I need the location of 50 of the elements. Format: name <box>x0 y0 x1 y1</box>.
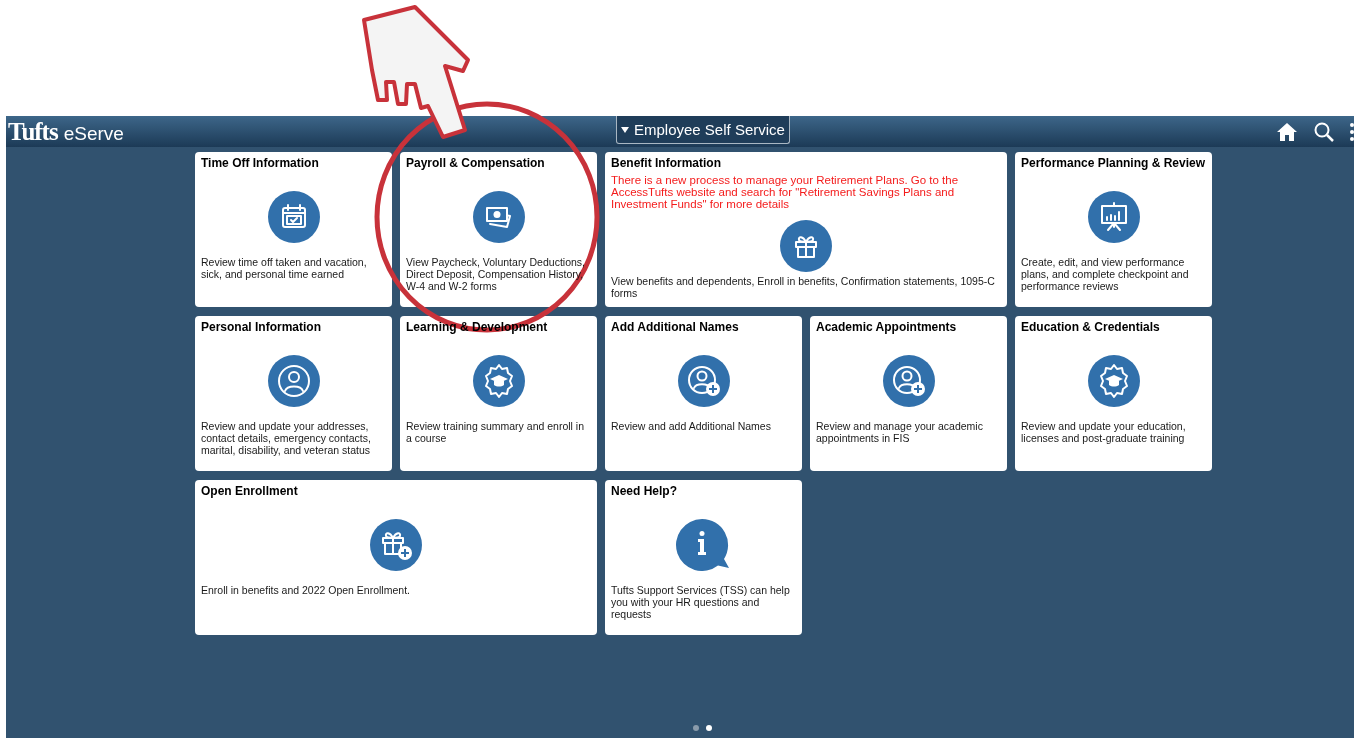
tile-title: Academic Appointments <box>816 320 958 335</box>
page-dot[interactable] <box>692 725 699 731</box>
tile[interactable]: Education & Credentials Review and update your education, licenses and post-graduate training <box>1015 316 1212 471</box>
tile-title: Open Enrollment <box>201 484 299 499</box>
tile-description: Review training summary and enroll in a course <box>406 420 585 444</box>
tile[interactable]: Personal Information Review and update your addresses, contact details, emergency contacts, marital, disability, and veteran status <box>195 316 392 471</box>
tile[interactable]: Open Enrollment Enroll in benefits and 2022 Open Enrollment. <box>195 480 597 635</box>
caret-icon <box>621 126 629 133</box>
notice-text: There is a new process to manage your Retirement Plans. Go to the AccessTufts website and search for "Retirement Savings Plans and Investment Funds" for more details <box>611 174 960 210</box>
tile-description: Create, edit, and view performance plans, and complete checkpoint and performance reviews <box>1021 256 1190 292</box>
gift-icon <box>780 220 832 272</box>
tile-description: Review and update your education, licenses and post-graduate training <box>1021 420 1187 444</box>
tile[interactable]: Add Additional Names Review and add Additional Names <box>605 316 802 471</box>
tile-title: Add Additional Names <box>611 320 740 335</box>
tile-description: Review and update your addresses, contact details, emergency contacts, marital, disability, and veteran status <box>201 420 372 456</box>
page-dot[interactable] <box>705 725 712 731</box>
tile-title: Benefit Information <box>611 156 722 171</box>
user-icon <box>267 355 320 407</box>
gear-graduation-cap-icon <box>1087 355 1140 407</box>
app-name: eServe <box>63 122 124 145</box>
user-plus-icon <box>882 355 935 407</box>
tile-title: Personal Information <box>201 320 323 335</box>
presentation-chart-icon <box>1087 191 1140 243</box>
search-icon[interactable] <box>1313 120 1335 143</box>
tile-description: Review and manage your academic appointments in FIS <box>816 420 984 444</box>
tile-title: Performance Planning & Review <box>1021 156 1206 171</box>
tile-description: Enroll in benefits and 2022 Open Enrollment. <box>201 584 411 596</box>
tile-description: Review and add Additional Names <box>611 420 772 432</box>
gear-graduation-cap-icon <box>472 355 525 407</box>
tile[interactable] <box>605 152 1007 307</box>
tile[interactable]: Need Help? Tufts Support Services (TSS) can help you with your HR questions and requests <box>605 480 802 635</box>
more-icon[interactable] <box>1350 121 1354 142</box>
tile-description: Tufts Support Services (TSS) can help you with your HR questions and requests <box>611 584 791 620</box>
gift-plus-icon <box>370 519 422 571</box>
banknote-icon <box>472 191 525 243</box>
home-icon[interactable] <box>1276 121 1298 142</box>
homepage-dropdown[interactable]: Employee Self Service <box>616 116 790 144</box>
user-plus-icon <box>677 355 730 407</box>
tile[interactable]: Performance Planning & Review Create, edit, and view performance plans, and complete checkpoint and performance reviews <box>1015 152 1212 307</box>
tile-title: Need Help? <box>611 484 678 499</box>
info-bubble-icon <box>675 519 732 571</box>
tile[interactable]: Time Off Information Review time off taken and vacation, sick, and personal time earned <box>195 152 392 307</box>
tile[interactable]: Academic Appointments Review and manage your academic appointments in FIS <box>810 316 1007 471</box>
tile-title: Payroll & Compensation <box>406 156 546 171</box>
tile-title: Time Off Information <box>201 156 320 171</box>
logo-text: Tufts <box>8 117 58 146</box>
tile-description: View benefits and dependents, Enroll in benefits, Confirmation statements, 1095-C forms <box>611 275 996 299</box>
calendar-check-icon <box>267 191 320 243</box>
tile-title: Education & Credentials <box>1021 320 1161 335</box>
tile-description: Review time off taken and vacation, sick, and personal time earned <box>201 256 368 280</box>
